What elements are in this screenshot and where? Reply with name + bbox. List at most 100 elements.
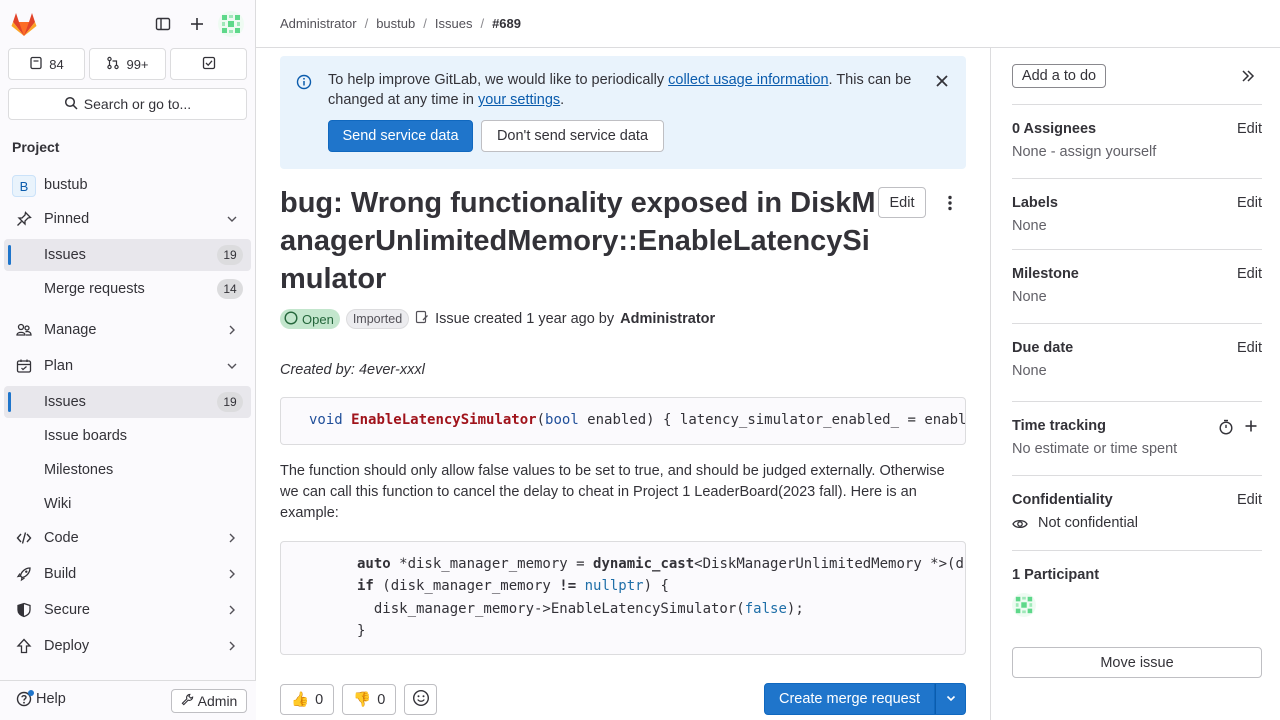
thumbs-up-button[interactable]: 👍 0	[280, 684, 335, 715]
calendar-icon	[16, 358, 32, 374]
plus-icon[interactable]	[185, 12, 209, 36]
alert-text-part: .	[560, 92, 565, 108]
code-line: if (disk_manager_memory != nullptr) {	[357, 578, 669, 594]
edit-title-button[interactable]: Edit	[878, 187, 926, 218]
sidebar-item-wiki[interactable]: Wiki	[4, 488, 251, 520]
time-tracking-block: Time tracking No estimate or time spent	[1012, 401, 1262, 475]
todo-icon	[202, 56, 216, 73]
add-reaction-button[interactable]	[404, 684, 438, 715]
sidebar-item-manage[interactable]: Manage	[4, 314, 251, 346]
milestone-block: Milestone Edit None	[1012, 249, 1262, 323]
due-date-value: None	[1012, 363, 1047, 379]
service-data-alert: To help improve GitLab, we would like to…	[280, 56, 966, 169]
thumbs-down-count: 0	[377, 691, 386, 708]
breadcrumb-separator: /	[364, 16, 369, 31]
issue-author[interactable]: Administrator	[620, 311, 715, 327]
usage-info-link[interactable]: collect usage information	[668, 72, 828, 88]
time-tracking-value: No estimate or time spent	[1012, 441, 1178, 457]
code-token: *disk_manager_memory =	[390, 556, 594, 572]
breadcrumb: Administrator / bustub / Issues / #689	[280, 16, 521, 31]
todo-counter-button[interactable]	[170, 48, 247, 80]
status-label: Open	[302, 311, 334, 327]
sidebar-item-milestones[interactable]: Milestones	[4, 454, 251, 486]
sidebar-item-deploy[interactable]: Deploy	[4, 630, 251, 662]
issue-title: bug: Wrong functionality exposed in Disk…	[280, 187, 876, 295]
admin-button[interactable]: Admin	[171, 689, 247, 713]
create-merge-request-dropdown[interactable]	[935, 683, 966, 715]
code-token: nullptr	[584, 578, 644, 594]
move-issue-button[interactable]: Move issue	[1012, 647, 1262, 678]
code-block: auto *disk_manager_memory = dynamic_cast…	[280, 541, 966, 655]
thumbs-up-count: 0	[315, 691, 324, 708]
confidentiality-title: Confidentiality	[1012, 492, 1113, 508]
sidebar-item-build[interactable]: Build	[4, 558, 251, 590]
merge-requests-count: 99+	[126, 56, 149, 72]
count-badge: 19	[217, 392, 243, 412]
admin-label: Admin	[197, 693, 238, 709]
plus-icon[interactable]	[1244, 419, 1258, 436]
sidebar-item-pinned-issues[interactable]: Issues 19	[4, 239, 251, 271]
send-service-data-button[interactable]: Send service data	[328, 120, 473, 152]
sidebar-item-plan-issues[interactable]: Issues 19	[4, 386, 251, 418]
collapse-sidebar-icon[interactable]	[1240, 68, 1256, 84]
code-token: }	[357, 623, 366, 639]
breadcrumb-item[interactable]: bustub	[376, 16, 415, 31]
dont-send-service-data-button[interactable]: Don't send service data	[481, 120, 664, 152]
breadcrumb-current[interactable]: #689	[492, 16, 521, 31]
created-by-text: Created by: 4ever-xxxl	[280, 362, 425, 378]
assignees-value[interactable]: None - assign yourself	[1012, 144, 1156, 160]
code-token: <DiskManagerUnlimitedMemory *>(disk_mana…	[694, 556, 965, 572]
count-badge: 14	[217, 279, 243, 299]
chevron-down-icon	[945, 691, 957, 707]
sidebar-item-plan[interactable]: Plan	[4, 350, 251, 382]
labels-block: Labels Edit None	[1012, 178, 1262, 249]
project-avatar: B	[12, 175, 36, 197]
create-merge-request-button[interactable]: Create merge request	[764, 683, 935, 715]
search-button[interactable]: Search or go to...	[8, 88, 247, 120]
sidebar-item-pinned[interactable]: Pinned	[4, 203, 251, 235]
code-token: !=	[559, 578, 577, 594]
milestone-edit-button[interactable]: Edit	[1237, 266, 1262, 282]
code-token: );	[786, 601, 804, 617]
sidebar-item-code[interactable]: Code	[4, 522, 251, 554]
notification-dot	[28, 690, 34, 696]
issue-meta: Open Imported Issue created 1 year ago b…	[280, 309, 715, 329]
stopwatch-icon[interactable]	[1218, 419, 1234, 438]
search-icon	[64, 96, 78, 113]
add-todo-button[interactable]: Add a to do	[1012, 64, 1106, 88]
breadcrumb-item[interactable]: Administrator	[280, 16, 357, 31]
merge-requests-counter-button[interactable]: 99+	[89, 48, 166, 80]
help-button[interactable]: Help	[16, 690, 66, 707]
labels-title: Labels	[1012, 195, 1058, 211]
participant-avatar[interactable]	[1012, 593, 1036, 617]
labels-edit-button[interactable]: Edit	[1237, 195, 1262, 211]
sidebar-item-pinned-merge-requests[interactable]: Merge requests 14	[4, 273, 251, 305]
sidebar-item-label: Secure	[44, 602, 90, 618]
sidebar-item-secure[interactable]: Secure	[4, 594, 251, 626]
wrench-icon	[181, 693, 194, 709]
user-avatar[interactable]	[218, 11, 244, 37]
chevron-right-icon	[225, 531, 239, 545]
breadcrumb-item[interactable]: Issues	[435, 16, 473, 31]
more-actions-icon[interactable]	[940, 191, 960, 215]
sidebar-item-project[interactable]: B bustub	[4, 169, 251, 201]
settings-link[interactable]: your settings	[478, 92, 560, 108]
sidebar-item-label: Deploy	[44, 638, 90, 654]
sidebar-item-issue-boards[interactable]: Issue boards	[4, 420, 251, 452]
alert-text-part: To help improve GitLab, we would like to…	[328, 72, 669, 88]
issues-counter-button[interactable]: 84	[8, 48, 85, 80]
chevron-right-icon	[225, 639, 239, 653]
assignees-edit-button[interactable]: Edit	[1237, 121, 1262, 137]
sidebar-item-label: Pinned	[44, 211, 90, 227]
confidentiality-block: Confidentiality Edit Not confidential	[1012, 475, 1262, 550]
thumbs-down-button[interactable]: 👎 0	[342, 684, 397, 715]
close-icon[interactable]	[934, 73, 950, 89]
gitlab-logo-icon[interactable]	[10, 10, 38, 38]
issues-icon	[29, 56, 43, 73]
due-date-edit-button[interactable]: Edit	[1237, 340, 1262, 356]
sidebar-toggle-icon[interactable]	[151, 12, 175, 36]
sidebar-item-label: Build	[44, 566, 77, 582]
confidentiality-edit-button[interactable]: Edit	[1237, 492, 1262, 508]
chevron-down-icon	[225, 212, 239, 226]
milestone-title: Milestone	[1012, 266, 1079, 282]
